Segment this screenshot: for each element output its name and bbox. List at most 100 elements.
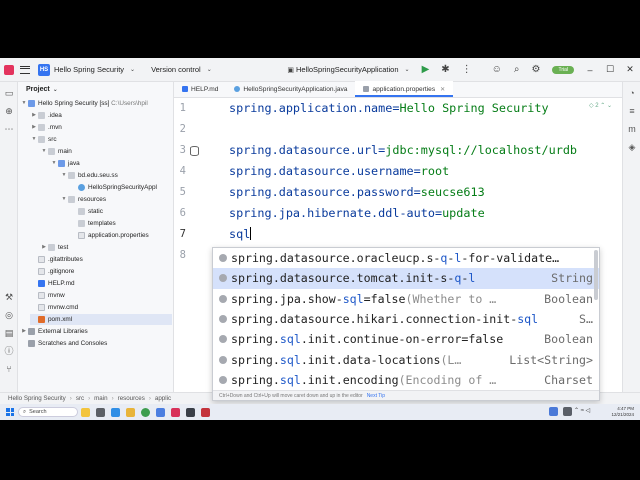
tree-item[interactable]: ▶ .mvn [30,122,62,133]
debug-icon[interactable]: ✱ [441,64,449,75]
breadcrumb-item[interactable]: Hello Spring Security [8,395,66,402]
completion-item[interactable]: spring.jpa.show-sql =false (Whether to … B… [213,289,599,309]
services-tool-icon[interactable]: ◎ [4,310,14,320]
windows-start-icon[interactable] [6,408,14,416]
notifications-icon[interactable]: ◔ [627,88,637,98]
app-icon[interactable] [201,407,210,417]
run-config-selector[interactable]: HelloSpringSecurityApplication [296,58,399,82]
close-icon[interactable]: ✕ [440,86,445,93]
next-tip-link[interactable]: Next Tip [367,393,385,399]
breadcrumb-item[interactable]: resources [118,395,145,402]
completion-item[interactable]: spring.datasource.oracleucp.s-q - l -for-va… [213,248,599,268]
tree-item[interactable]: mvnw.cmd [30,302,78,313]
tree-item-label: resources [78,196,107,203]
commit-tool-icon[interactable]: ⊕ [4,106,14,116]
git-tool-icon[interactable]: ⑂ [4,364,14,374]
tree-item[interactable]: ▼ main [40,146,72,157]
tree-item-label: Scratches and Consoles [38,340,108,347]
tree-item[interactable]: .gitignore [30,266,74,277]
edge-icon[interactable] [111,407,120,417]
property-icon [219,294,227,303]
taskbar-clock[interactable]: 4:47 PM 12/21/2024 [611,406,634,418]
line-number: 5 [179,186,186,198]
tab-help-md[interactable]: HELP.md [174,81,226,97]
folder-icon [48,244,55,251]
problems-tool-icon[interactable]: ⓘ [4,346,14,356]
breadcrumb-item[interactable]: src [76,395,84,402]
completion-item[interactable]: spring. sql .init.continue-on-error=false B… [213,329,599,349]
file-explorer-icon[interactable] [126,407,135,417]
tray-app-icon[interactable] [563,407,572,416]
more-icon[interactable]: ⋮ [462,64,472,75]
tree-item[interactable]: static [70,206,103,217]
intellij-logo-icon [4,64,14,75]
main-menu-icon[interactable] [20,65,30,74]
settings-gear-icon[interactable]: ⚙ [531,64,540,75]
file-icon [38,268,45,275]
vscode-icon[interactable] [156,407,165,417]
structure-tool-icon[interactable]: ⋯ [4,124,14,134]
maximize-button[interactable]: ☐ [600,64,620,75]
tree-item[interactable]: ▶ test [40,242,68,253]
tree-item[interactable]: HELP.md [30,278,75,289]
project-tool-icon[interactable]: ▭ [4,88,14,98]
tree-item[interactable]: Scratches and Consoles [20,338,107,349]
completion-tip: Ctrl+Down and Ctrl+Up will move caret do… [219,392,363,399]
popup-scrollbar[interactable] [594,250,598,300]
chevron-down-icon[interactable]: ⌄ [53,86,58,93]
completion-item[interactable]: spring. sql .init.data-locations (L… List<S… [213,350,599,370]
completion-item[interactable]: spring.datasource.hikari.connection-init… [213,309,599,329]
tree-item[interactable]: application.properties [70,230,149,241]
trial-badge[interactable]: Trial [552,65,574,74]
maven-tool-icon[interactable]: m [627,124,637,134]
breadcrumb-item[interactable]: main [94,395,107,402]
minimize-button[interactable]: – [580,65,600,75]
project-switcher[interactable]: Hello Spring Security [54,58,124,82]
terminal-tool-icon[interactable]: ▤ [4,328,14,338]
breadcrumb-item[interactable]: applic [155,395,171,402]
version-control-menu[interactable]: Version control [151,58,201,82]
tray-app-icon[interactable] [549,407,558,416]
database-icon[interactable] [190,146,199,156]
tree-item[interactable]: ▶ .idea [30,110,62,121]
run-icon[interactable]: ▶ [422,64,430,75]
tree-item-root[interactable]: ▼ Hello Spring Security [ss] C:\Users\hp… [20,98,148,109]
user-icon[interactable]: ☺ [492,64,502,75]
properties-file-icon [78,232,85,239]
tree-item[interactable]: ▼ resources [60,194,106,205]
tree-item[interactable]: HelloSpringSecurityAppl [70,182,157,193]
tree-item[interactable]: pom.xml [30,314,172,325]
system-tray-icon[interactable]: ⌃ ≈ ◁ [574,407,590,414]
tree-item[interactable]: templates [70,218,116,229]
task-view-icon[interactable] [96,407,105,417]
tree-item[interactable]: ▶ External Libraries [20,326,88,337]
file-icon [38,256,45,263]
tab-application-properties[interactable]: application.properties ✕ [355,81,454,97]
tree-item[interactable]: mvnw [30,290,65,301]
tree-item[interactable]: ▼ bd.edu.seu.ss [60,170,118,181]
chevron-down-icon: ▼ [41,148,47,154]
ai-assistant-icon[interactable]: ◈ [627,142,637,152]
terminal-icon[interactable] [186,407,195,417]
code-line-current: sql [229,227,252,241]
database-tool-icon[interactable]: ≡ [627,106,637,116]
chrome-icon[interactable] [141,407,150,417]
intellij-icon[interactable] [171,407,180,417]
chevron-down-icon: ⌄ [404,67,410,73]
close-button[interactable]: ✕ [620,64,640,75]
inspection-hint[interactable]: ◇ 2 ⌃ ⌄ [589,102,612,109]
build-tool-icon[interactable]: ⚒ [4,292,14,302]
markdown-file-icon [182,86,188,92]
letterbox-bottom [0,420,640,480]
tree-item[interactable]: ▼ java [50,158,80,169]
tree-item[interactable]: .gitattributes [30,254,83,265]
widgets-icon[interactable] [81,407,90,417]
completion-item[interactable]: spring. sql .init.encoding (Encoding of … C… [213,370,599,390]
completion-item-selected[interactable]: spring.datasource.tomcat.init-s-q - l Strin… [213,268,599,289]
property-icon [219,274,227,283]
package-icon [68,172,75,179]
taskbar-search[interactable]: ⌕ Search [18,407,78,417]
tab-application-java[interactable]: HelloSpringSecurityApplication.java [226,81,355,97]
tree-item[interactable]: ▼ src [30,134,57,145]
search-icon[interactable]: ⌕ [514,64,520,75]
